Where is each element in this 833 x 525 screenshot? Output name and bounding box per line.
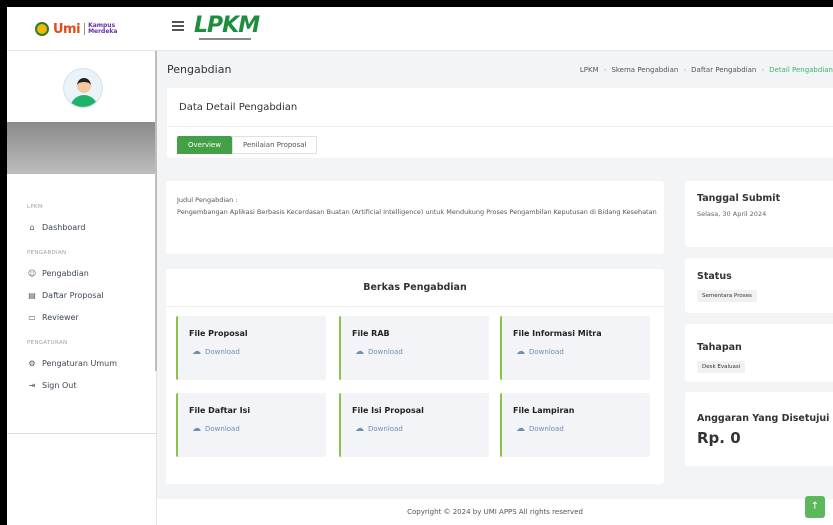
download-link[interactable]: ☁ Download: [355, 424, 403, 434]
judul-card: Judul Pengabdian : Pengembangan Aplikasi…: [166, 181, 664, 254]
scroll-to-top-button[interactable]: ↑: [805, 496, 825, 518]
umi-logo-text: Umi: [53, 21, 81, 37]
breadcrumb-item[interactable]: Daftar Pengabdian: [691, 66, 756, 74]
sidebar-item-label: Reviewer: [42, 312, 79, 322]
cloud-download-icon: ☁: [192, 424, 201, 434]
document-icon: ▤: [28, 290, 36, 300]
tanggal-submit-title: Tanggal Submit: [697, 193, 781, 204]
users-icon: ☺: [27, 268, 37, 278]
main-content: Pengabdian LPKM › Skema Pengabdian › Daf…: [157, 51, 833, 525]
sidebar-divider: [7, 433, 157, 434]
breadcrumb-separator-icon: ›: [683, 66, 687, 74]
cloud-download-icon: ☁: [516, 424, 525, 434]
file-card-rab: File RAB ☁ Download: [339, 316, 489, 380]
download-link[interactable]: ☁ Download: [516, 347, 564, 357]
file-card-informasi-mitra: File Informasi Mitra ☁ Download: [500, 316, 650, 380]
kampus-merdeka-badge: Kampus Merdeka: [84, 23, 117, 35]
anggaran-card: Anggaran Yang Disetujui Rp. 0: [685, 392, 833, 466]
sidebar-item-pengabdian[interactable]: ☺ Pengabdian: [7, 262, 157, 284]
footer-copyright: Copyright © 2024 by UMI APPS All rights …: [407, 508, 583, 516]
file-name: File Daftar Isi: [189, 406, 251, 415]
berkas-title: Berkas Pengabdian: [363, 282, 467, 293]
lpkm-brand-logo[interactable]: LPKM: [194, 13, 260, 38]
footer: Copyright © 2024 by UMI APPS All rights …: [157, 499, 833, 525]
tanggal-submit-card: Tanggal Submit Selasa, 30 April 2024: [685, 181, 833, 247]
breadcrumb-item-current: Detail Pengabdian: [769, 66, 833, 74]
sidebar-menu: LPKM ⌂ Dashboard PENGABDIAN ☺ Pengabdian…: [7, 198, 157, 396]
sidebar-item-pengaturan-umum[interactable]: ⚙ Pengaturan Umum: [7, 352, 157, 374]
profile-banner: [7, 122, 157, 174]
cloud-download-icon: ☁: [355, 347, 364, 357]
file-name: File Isi Proposal: [352, 406, 424, 415]
sidebar-item-label: Dashboard: [42, 222, 86, 232]
avatar[interactable]: [63, 68, 103, 108]
file-card-proposal: File Proposal ☁ Download: [176, 316, 326, 380]
brand-underline: [199, 38, 251, 40]
umi-emblem-icon: [35, 22, 49, 36]
file-name: File Lampiran: [513, 406, 575, 415]
breadcrumb-item[interactable]: Skema Pengabdian: [611, 66, 678, 74]
sidebar-item-sign-out[interactable]: ⇥ Sign Out: [7, 374, 157, 396]
cloud-download-icon: ☁: [516, 347, 525, 357]
download-link[interactable]: ☁ Download: [192, 424, 240, 434]
sidebar-item-label: Pengabdian: [42, 268, 89, 278]
tahapan-title: Tahapan: [697, 342, 742, 353]
menu-toggle-icon[interactable]: [172, 21, 184, 31]
anggaran-value: Rp. 0: [697, 429, 741, 447]
profile-panel: [7, 51, 157, 183]
sign-out-icon: ⇥: [28, 380, 36, 390]
detail-card: Data Detail Pengabdian Overview Penilaia…: [167, 88, 833, 158]
sidebar-item-label: Pengaturan Umum: [42, 358, 118, 368]
breadcrumb-separator-icon: ›: [603, 66, 607, 74]
download-link[interactable]: ☁ Download: [355, 347, 403, 357]
sidebar-item-dashboard[interactable]: ⌂ Dashboard: [7, 216, 157, 238]
berkas-card: Berkas Pengabdian File Proposal ☁ Downloa…: [166, 269, 664, 484]
tab-penilaian-proposal[interactable]: Penilaian Proposal: [231, 136, 318, 154]
status-card: Status Sementara Proses: [685, 258, 833, 313]
app-frame: Umi Kampus Merdeka LPKM LPKM ⌂ Dashboard …: [7, 7, 833, 525]
tahapan-card: Tahapan Desk Evaluasi: [685, 324, 833, 382]
status-title: Status: [697, 271, 732, 282]
divider: [166, 306, 664, 307]
cloud-download-icon: ☁: [355, 424, 364, 434]
breadcrumb-item[interactable]: LPKM: [580, 66, 599, 74]
home-icon: ⌂: [29, 222, 35, 232]
file-card-daftar-isi: File Daftar Isi ☁ Download: [176, 393, 326, 457]
breadcrumb-separator-icon: ›: [761, 66, 765, 74]
settings-icon: ⚙: [28, 358, 36, 368]
file-name: File Proposal: [189, 329, 248, 338]
judul-text: Pengembangan Aplikasi Berbasis Kecerdasa…: [177, 208, 657, 216]
file-name: File Informasi Mitra: [513, 329, 602, 338]
judul-label: Judul Pengabdian :: [177, 196, 238, 204]
tahapan-badge: Desk Evaluasi: [697, 361, 746, 373]
file-name: File RAB: [352, 329, 390, 338]
sidebar-item-label: Sign Out: [42, 380, 77, 390]
file-card-isi-proposal: File Isi Proposal ☁ Download: [339, 393, 489, 457]
sidebar-item-reviewer[interactable]: ▭ Reviewer: [7, 306, 157, 328]
sidebar-item-daftar-proposal[interactable]: ▤ Daftar Proposal: [7, 284, 157, 306]
file-card-lampiran: File Lampiran ☁ Download: [500, 393, 650, 457]
section-label-pengaturan: PENGATURAN: [27, 340, 68, 346]
breadcrumb: LPKM › Skema Pengabdian › Daftar Pengabd…: [580, 66, 833, 74]
section-label-lpkm: LPKM: [27, 204, 43, 210]
umi-logo[interactable]: Umi Kampus Merdeka: [7, 7, 157, 51]
top-bar: Umi Kampus Merdeka LPKM: [7, 7, 833, 51]
sidebar-item-label: Daftar Proposal: [42, 290, 104, 300]
anggaran-title: Anggaran Yang Disetujui: [697, 413, 830, 424]
cloud-download-icon: ☁: [192, 347, 201, 357]
tab-overview[interactable]: Overview: [177, 136, 232, 154]
sidebar: LPKM ⌂ Dashboard PENGABDIAN ☺ Pengabdian…: [7, 51, 157, 525]
chat-icon: ▭: [28, 312, 36, 322]
download-link[interactable]: ☁ Download: [516, 424, 564, 434]
detail-title: Data Detail Pengabdian: [179, 102, 298, 113]
tanggal-submit-value: Selasa, 30 April 2024: [697, 210, 767, 218]
status-badge: Sementara Proses: [697, 290, 757, 302]
divider: [167, 126, 833, 127]
tab-bar: Overview Penilaian Proposal: [177, 136, 318, 154]
page-title: Pengabdian: [167, 63, 232, 76]
download-link[interactable]: ☁ Download: [192, 347, 240, 357]
section-label-pengabdian: PENGABDIAN: [27, 250, 67, 256]
